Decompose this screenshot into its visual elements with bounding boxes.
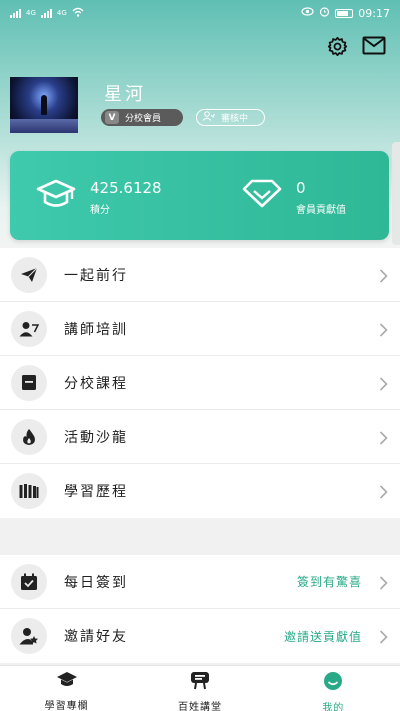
wifi-icon xyxy=(72,7,84,20)
graduation-cap-icon xyxy=(56,671,78,693)
chevron-right-icon xyxy=(379,430,388,449)
member-badge: V 分校會員 xyxy=(101,109,183,126)
menu-item-label: 講師培訓 xyxy=(64,321,128,338)
gear-icon[interactable] xyxy=(327,36,348,57)
chevron-right-icon xyxy=(379,268,388,287)
menu-item-label: 邀請好友 xyxy=(64,629,128,645)
diamond-icon xyxy=(242,178,282,212)
fire-icon xyxy=(11,418,47,455)
menu-item-activity-salon[interactable]: 活動沙龍 xyxy=(0,410,400,464)
member-badge-icon: V xyxy=(105,111,119,124)
calendar-check-icon xyxy=(11,563,47,600)
tab-public-lecture[interactable]: 百姓講堂 xyxy=(133,666,266,711)
status-right: 09:17 xyxy=(301,6,390,20)
chevron-right-icon xyxy=(379,629,388,648)
username: 星河 xyxy=(104,84,146,105)
chevron-right-icon xyxy=(379,484,388,503)
contribution-value: 0 xyxy=(296,179,306,197)
lecturer-icon xyxy=(11,310,47,347)
side-drawer-tab[interactable] xyxy=(392,142,400,245)
lecture-podium-icon xyxy=(190,671,210,694)
menu-item-label: 分校課程 xyxy=(64,375,128,392)
graduation-cap-icon xyxy=(36,178,76,214)
menu-item-daily-checkin[interactable]: 每日簽到 簽到有驚喜 xyxy=(0,555,400,609)
course-icon xyxy=(11,364,47,401)
menu-item-label: 活動沙龍 xyxy=(64,429,128,446)
menu-item-go-together[interactable]: 一起前行 xyxy=(0,248,400,302)
history-icon xyxy=(11,473,47,509)
status-bar: 4G 4G 09:17 xyxy=(0,0,400,26)
member-badge-label: 分校會員 xyxy=(125,114,162,124)
review-badge-label: 審核中 xyxy=(221,114,249,124)
menu-item-invite-friends[interactable]: 邀請好友 邀請送貢獻值 xyxy=(0,609,400,663)
signal-icon-2 xyxy=(40,8,52,18)
user-review-icon xyxy=(202,111,215,124)
mail-icon[interactable] xyxy=(362,36,386,57)
menu-item-label: 每日簽到 xyxy=(64,574,128,591)
eye-icon xyxy=(301,7,314,19)
tab-label: 百姓講堂 xyxy=(177,702,222,711)
contribution-stat[interactable]: 0 會員貢獻值 xyxy=(242,178,346,216)
bottom-tab-bar: 學習專欄 百姓講堂 我的 xyxy=(0,665,400,711)
tab-mine[interactable]: 我的 xyxy=(267,666,400,711)
menu-list: 一起前行 講師培訓 分校課程 活動沙龍 學習歷程 xyxy=(0,248,400,518)
menu-item-hint: 邀請送貢獻值 xyxy=(283,629,362,644)
stats-card: 425.6128 積分 0 會員貢獻值 xyxy=(10,151,389,240)
contribution-label: 會員貢獻值 xyxy=(296,205,346,216)
smile-icon xyxy=(323,671,343,695)
menu-list-secondary: 每日簽到 簽到有驚喜 邀請好友 邀請送貢獻值 xyxy=(0,555,400,663)
battery-icon xyxy=(335,8,354,18)
menu-item-label: 一起前行 xyxy=(64,267,128,284)
network-label-1: 4G xyxy=(26,9,36,17)
menu-item-learning-history[interactable]: 學習歷程 xyxy=(0,464,400,518)
menu-item-lecturer-training[interactable]: 講師培訓 xyxy=(0,302,400,356)
status-time: 09:17 xyxy=(358,6,390,20)
signal-icon-1 xyxy=(10,8,21,18)
network-label-2: 4G xyxy=(56,9,67,17)
chevron-right-icon xyxy=(379,575,388,594)
points-stat[interactable]: 425.6128 積分 xyxy=(36,178,162,216)
top-actions xyxy=(327,36,386,57)
chevron-right-icon xyxy=(379,322,388,341)
tab-learning-column[interactable]: 學習專欄 xyxy=(0,666,133,711)
alarm-icon xyxy=(319,6,330,20)
avatar[interactable] xyxy=(10,77,78,133)
invite-user-icon xyxy=(11,618,47,654)
paper-plane-icon xyxy=(11,256,47,293)
menu-item-branch-courses[interactable]: 分校課程 xyxy=(0,356,400,410)
menu-item-hint: 簽到有驚喜 xyxy=(296,575,362,589)
status-left: 4G 4G xyxy=(10,7,84,20)
chevron-right-icon xyxy=(379,376,388,395)
tab-label: 我的 xyxy=(322,703,345,711)
points-value: 425.6128 xyxy=(90,179,162,197)
review-status-badge: 審核中 xyxy=(196,109,265,126)
menu-item-label: 學習歷程 xyxy=(64,484,128,500)
tab-label: 學習專欄 xyxy=(44,701,89,711)
points-label: 積分 xyxy=(90,205,110,216)
